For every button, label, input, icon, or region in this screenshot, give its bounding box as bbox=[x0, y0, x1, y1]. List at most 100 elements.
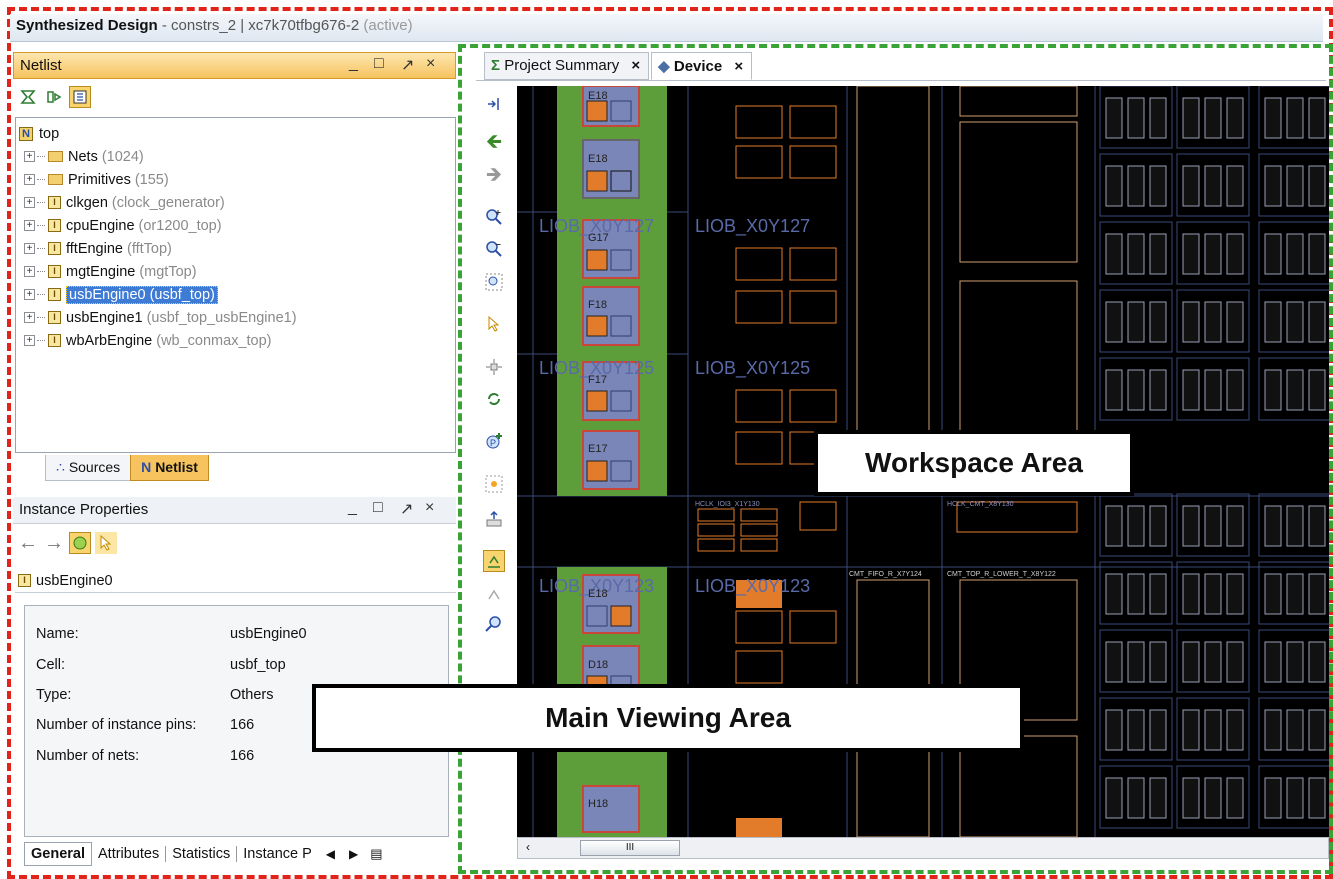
tree-item-label[interactable]: Primitives (155) bbox=[68, 172, 169, 188]
forward-icon[interactable]: 🡺 bbox=[483, 164, 505, 188]
tree-item-label[interactable]: clkgen (clock_generator) bbox=[66, 195, 225, 211]
tree-item[interactable]: + IfftEngine (fftTop) bbox=[16, 237, 455, 260]
auto-fit-icon[interactable] bbox=[483, 93, 505, 115]
tree-item[interactable]: + Nets (1024) bbox=[16, 145, 455, 168]
unplace-icon[interactable] bbox=[483, 583, 505, 605]
tree-item[interactable]: + IusbEngine0 (usbf_top) bbox=[16, 283, 455, 306]
close-tab-icon[interactable]: × bbox=[631, 57, 640, 74]
close-icon[interactable]: × bbox=[426, 55, 435, 73]
search-icon[interactable] bbox=[483, 613, 505, 635]
tree-item-label[interactable]: Nets (1024) bbox=[68, 149, 144, 165]
tree-item-name: clkgen bbox=[66, 194, 108, 211]
slice-box bbox=[1264, 97, 1282, 139]
cmt-label: CMT_TOP_R_LOWER_T_X8Y122 bbox=[947, 571, 1056, 578]
select-cursor-icon[interactable] bbox=[95, 532, 117, 554]
expand-icon[interactable]: + bbox=[24, 289, 35, 300]
tab-list-icon[interactable]: ▤ bbox=[370, 846, 382, 862]
tree-item[interactable]: + IwbArbEngine (wb_conmax_top) bbox=[16, 329, 455, 352]
tree-item-label[interactable]: usbEngine1 (usbf_top_usbEngine1) bbox=[66, 310, 297, 326]
zoom-out-icon[interactable] bbox=[483, 238, 505, 260]
netlist-tree[interactable]: N top + Nets (1024) + Primitives (155) + Iclkge… bbox=[15, 117, 456, 453]
tree-item-label[interactable]: mgtEngine (mgtTop) bbox=[66, 264, 197, 280]
back-icon[interactable]: 🡸 bbox=[483, 131, 505, 155]
move-icon[interactable] bbox=[483, 508, 505, 530]
expand-all-icon[interactable] bbox=[43, 86, 65, 108]
scroll-right-icon[interactable]: ▶ bbox=[349, 847, 358, 861]
tab-instance-pins[interactable]: Instance P bbox=[237, 846, 318, 862]
minimize-icon[interactable]: _ bbox=[348, 499, 357, 517]
zoom-fit-icon[interactable] bbox=[483, 271, 505, 293]
slice-box bbox=[1182, 505, 1200, 547]
slice-box bbox=[1226, 709, 1244, 751]
expand-icon[interactable]: + bbox=[24, 266, 35, 277]
slice-box bbox=[1105, 369, 1123, 411]
expand-icon[interactable]: + bbox=[24, 335, 35, 346]
pad-label: E17 bbox=[588, 443, 608, 455]
expand-icon[interactable]: + bbox=[24, 243, 35, 254]
tree-item[interactable]: + Primitives (155) bbox=[16, 168, 455, 191]
netlist-bottom-tabs: ∴ Sources N Netlist bbox=[45, 455, 209, 481]
expand-icon[interactable]: + bbox=[24, 174, 35, 185]
tree-item-label[interactable]: cpuEngine (or1200_top) bbox=[66, 218, 222, 234]
workspace-area-callout: Workspace Area bbox=[814, 430, 1134, 496]
float-icon[interactable]: ↗ bbox=[400, 499, 413, 519]
tree-item-label[interactable]: wbArbEngine (wb_conmax_top) bbox=[66, 333, 272, 349]
slice-box bbox=[1127, 97, 1145, 139]
float-icon[interactable]: ↗ bbox=[401, 55, 414, 75]
tree-item-name: Primitives bbox=[68, 171, 131, 188]
slice-box bbox=[1308, 369, 1326, 411]
slice-box bbox=[1308, 505, 1326, 547]
expand-icon[interactable]: + bbox=[24, 151, 35, 162]
minimize-icon[interactable]: _ bbox=[349, 55, 358, 73]
fix-cells-icon[interactable] bbox=[483, 550, 505, 572]
back-arrow-icon[interactable]: ← bbox=[17, 532, 39, 554]
select-pointer-icon[interactable] bbox=[483, 313, 505, 335]
tree-item[interactable]: + IcpuEngine (or1200_top) bbox=[16, 214, 455, 237]
route-icon[interactable] bbox=[483, 356, 505, 378]
tree-item-label[interactable]: fftEngine (fftTop) bbox=[66, 241, 172, 257]
tab-project-summary[interactable]: Σ Project Summary × bbox=[484, 52, 650, 80]
instance-name-row: I usbEngine0 bbox=[15, 569, 456, 593]
slice-box bbox=[1182, 97, 1200, 139]
tab-netlist[interactable]: N Netlist bbox=[130, 455, 209, 481]
tree-root[interactable]: N top bbox=[16, 122, 455, 145]
maximize-icon[interactable]: □ bbox=[374, 55, 384, 73]
maximize-icon[interactable]: □ bbox=[373, 499, 383, 517]
tree-item-name: mgtEngine bbox=[66, 263, 136, 280]
tree-item[interactable]: + Iclkgen (clock_generator) bbox=[16, 191, 455, 214]
forward-arrow-icon[interactable]: → bbox=[43, 532, 65, 554]
slice-box bbox=[1204, 573, 1222, 615]
tree-item[interactable]: + ImgtEngine (mgtTop) bbox=[16, 260, 455, 283]
collapse-all-icon[interactable] bbox=[17, 86, 39, 108]
scroll-left-icon[interactable]: ◀ bbox=[326, 847, 335, 861]
tab-attributes[interactable]: Attributes bbox=[92, 846, 167, 862]
show-hierarchy-icon[interactable] bbox=[69, 86, 91, 108]
slice-box bbox=[1286, 573, 1304, 615]
pad-label: F17 bbox=[588, 374, 607, 386]
auto-update-icon[interactable] bbox=[69, 532, 91, 554]
instance-icon: I bbox=[48, 196, 61, 209]
zoom-in-icon[interactable] bbox=[483, 206, 505, 228]
tab-device[interactable]: ◆ Device × bbox=[651, 52, 753, 80]
tab-sources[interactable]: ∴ Sources bbox=[45, 455, 132, 481]
tree-item-label[interactable]: usbEngine0 (usbf_top) bbox=[66, 285, 218, 304]
close-tab-icon[interactable]: × bbox=[734, 58, 743, 75]
tree-item-detail: (1024) bbox=[101, 148, 144, 165]
instance-icon: I bbox=[48, 334, 61, 347]
scrollbar-thumb[interactable]: III bbox=[580, 840, 680, 856]
scroll-left-icon[interactable]: ‹ bbox=[526, 840, 530, 854]
tree-item-name: wbArbEngine bbox=[66, 332, 153, 349]
tab-general[interactable]: General bbox=[24, 842, 92, 866]
netlist-pane-header: Netlist _ □ ↗ × bbox=[13, 52, 456, 79]
expand-icon[interactable]: + bbox=[24, 220, 35, 231]
close-icon[interactable]: × bbox=[425, 499, 434, 517]
tree-connector bbox=[37, 225, 45, 226]
device-horizontal-scrollbar[interactable]: ‹ III bbox=[517, 837, 1329, 859]
refresh-icon[interactable] bbox=[483, 388, 505, 410]
add-pblock-icon[interactable]: P bbox=[483, 430, 505, 452]
tree-item[interactable]: + IusbEngine1 (usbf_top_usbEngine1) bbox=[16, 306, 455, 329]
expand-icon[interactable]: + bbox=[24, 312, 35, 323]
expand-icon[interactable]: + bbox=[24, 197, 35, 208]
tab-statistics[interactable]: Statistics bbox=[166, 846, 238, 862]
place-icon[interactable] bbox=[483, 473, 505, 495]
